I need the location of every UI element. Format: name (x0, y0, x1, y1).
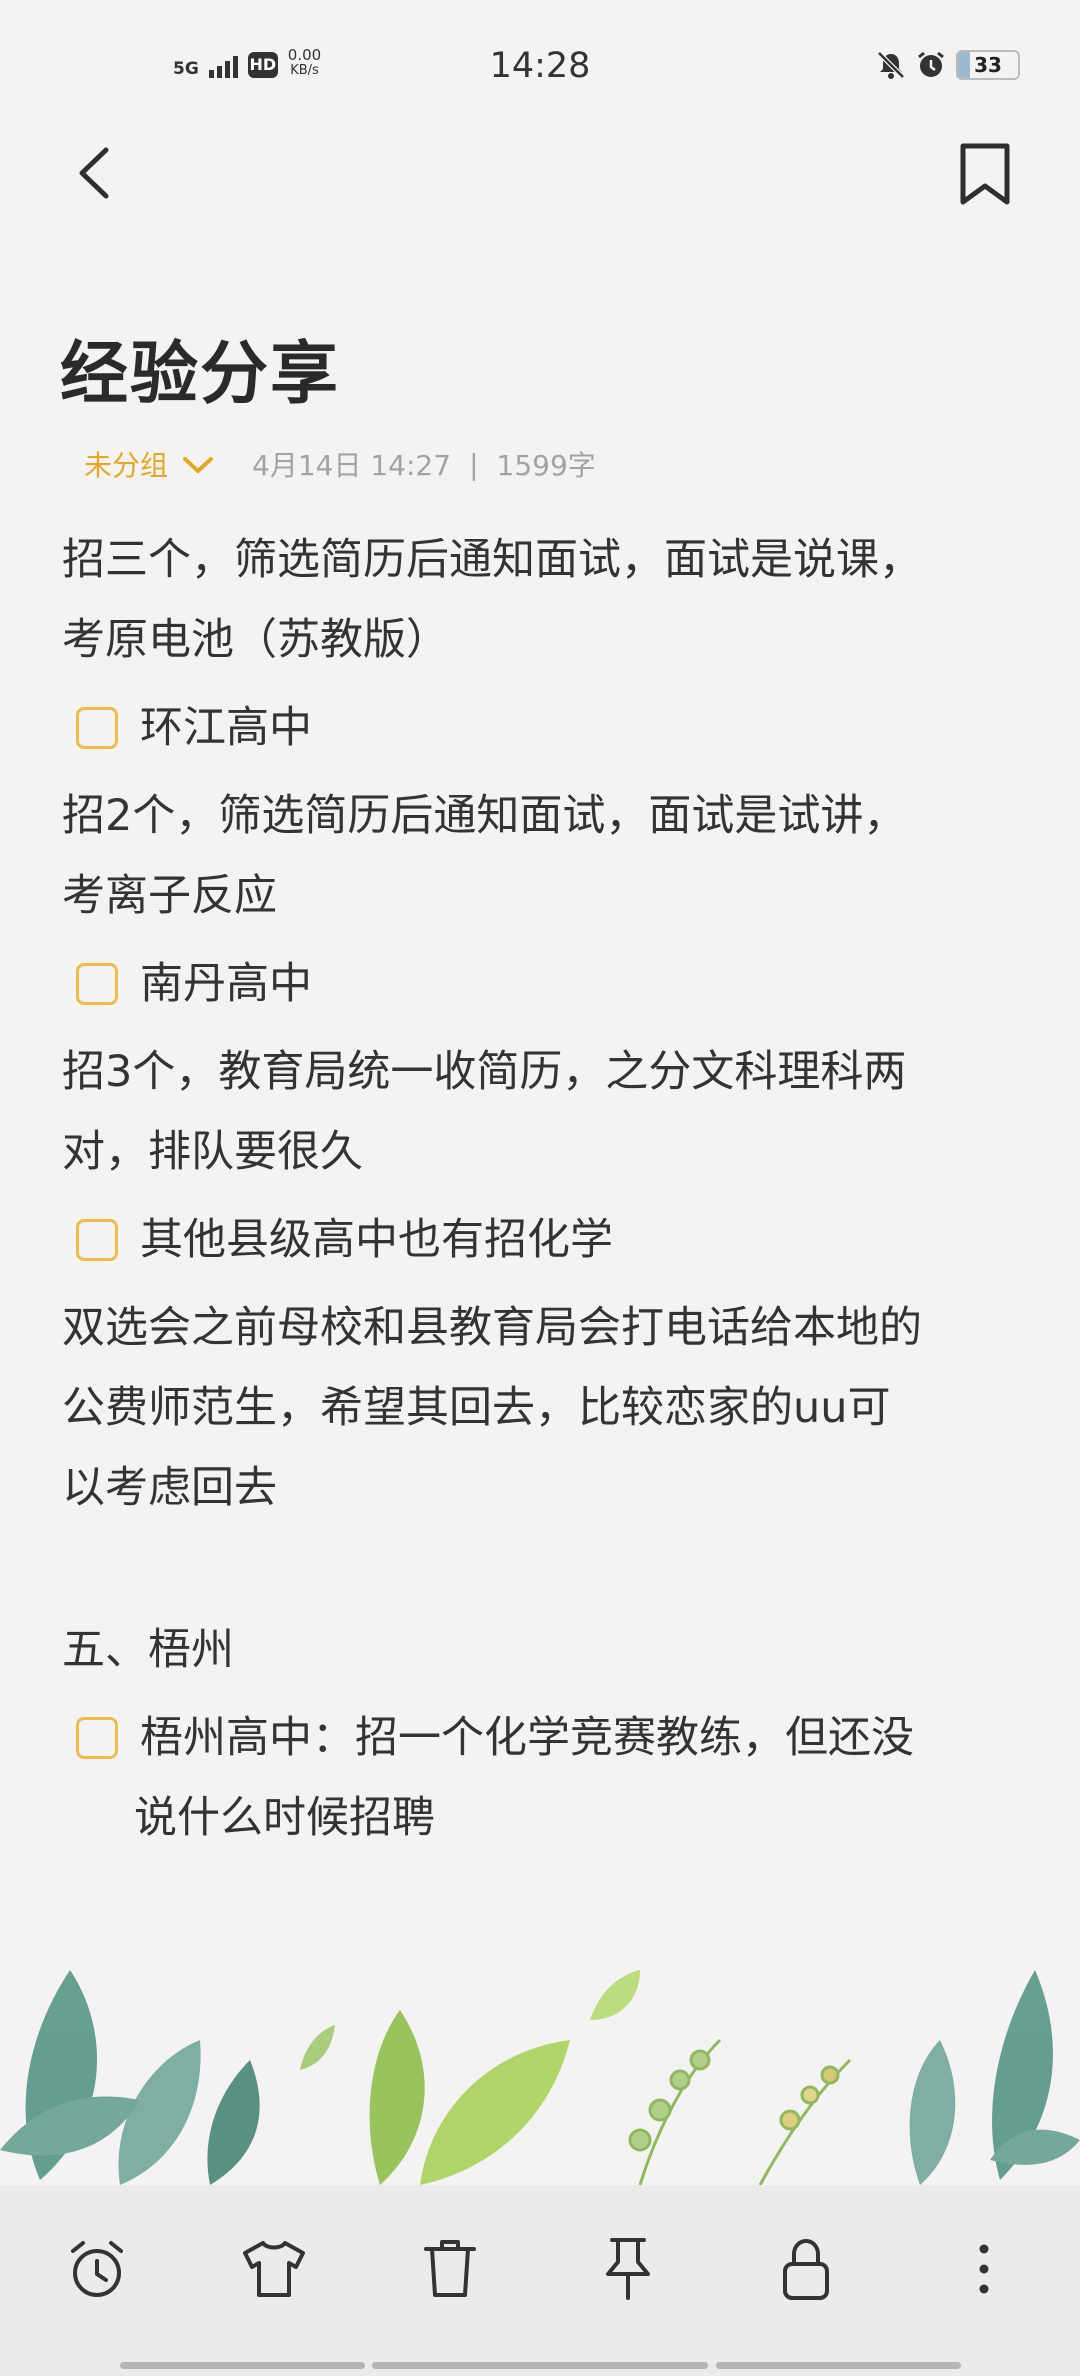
todo-item: 南丹高中 (62, 944, 1027, 1024)
todo-checkbox[interactable] (76, 1717, 118, 1759)
group-selector[interactable]: 未分组 (84, 444, 214, 484)
note-body[interactable]: 招三个，筛选简历后通知面试，面试是说课， 考原电池（苏教版） 环江高中 招2个，… (62, 520, 1027, 1866)
todo-text-continued: 说什么时候招聘 (134, 1793, 435, 1843)
lock-icon (783, 2238, 829, 2300)
paragraph-line: 对，排队要很久 (62, 1127, 363, 1177)
mute-icon (877, 51, 905, 79)
chevron-down-icon (183, 457, 214, 473)
theme-button[interactable] (234, 2229, 314, 2309)
paragraph-line: 招三个，筛选简历后通知面试，面试是说课， (62, 535, 922, 585)
delete-button[interactable] (410, 2229, 490, 2309)
paragraph-line: 招2个，筛选简历后通知面试，面试是试讲， (62, 791, 907, 841)
todo-item: 梧州高中：招一个化学竞赛教练，但还没 说什么时候招聘 (62, 1698, 1027, 1858)
todo-item: 环江高中 (62, 688, 1027, 768)
alarm-icon (71, 2241, 123, 2297)
paragraph-line: 考离子反应 (62, 871, 277, 921)
nav-bar-handle[interactable] (372, 2362, 708, 2369)
paragraph-line: 公费师范生，希望其回去，比较恋家的uu可 (62, 1383, 891, 1433)
lock-button[interactable] (766, 2229, 846, 2309)
empty-line (62, 1528, 1027, 1610)
section-heading: 五、梧州 (62, 1625, 234, 1675)
paragraph-line: 招3个，教育局统一收简历，之分文科理科两 (62, 1047, 907, 1097)
alarm-status-icon (918, 51, 944, 77)
back-button[interactable] (70, 138, 120, 208)
note-meta: 未分组 4月14日 14:27 | 1599字 (84, 444, 596, 484)
trash-icon (424, 2240, 476, 2297)
group-label: 未分组 (84, 449, 169, 482)
bottom-toolbar (0, 2185, 1080, 2376)
more-button[interactable] (944, 2229, 1024, 2309)
bookmark-button[interactable] (955, 140, 1015, 210)
todo-text: 南丹高中 (140, 959, 312, 1009)
todo-item: 其他县级高中也有招化学 (62, 1200, 1027, 1280)
status-icons: 33 (876, 50, 1020, 80)
bookmark-icon (960, 143, 1010, 205)
nav-bar-segment (120, 2362, 365, 2369)
paragraph-line: 以考虑回去 (62, 1463, 277, 1513)
todo-text: 其他县级高中也有招化学 (140, 1215, 613, 1265)
note-date: 4月14日 14:27 (252, 449, 452, 482)
meta-separator: | (469, 447, 479, 481)
nav-bar-segment (716, 2362, 961, 2369)
back-arrow-icon (79, 147, 109, 199)
pin-button[interactable] (588, 2229, 668, 2309)
shirt-icon (243, 2241, 305, 2297)
word-count: 1599字 (496, 449, 596, 482)
pin-icon (606, 2238, 650, 2300)
battery-level: 33 (974, 53, 1002, 77)
todo-checkbox[interactable] (76, 963, 118, 1005)
note-title[interactable]: 经验分享 (60, 318, 340, 417)
paragraph-line: 考原电池（苏教版） (62, 615, 449, 665)
leaf-decoration (0, 1970, 1080, 2185)
status-bar: 5G HD 0.00 KB/s 14:28 33 (0, 0, 1080, 135)
paragraph-line: 双选会之前母校和县教育局会打电话给本地的 (62, 1303, 922, 1353)
todo-text: 环江高中 (140, 703, 312, 753)
todo-checkbox[interactable] (76, 707, 118, 749)
todo-checkbox[interactable] (76, 1219, 118, 1261)
reminder-button[interactable] (57, 2229, 137, 2309)
todo-text: 梧州高中：招一个化学竞赛教练，但还没 (140, 1713, 914, 1763)
battery-icon: 33 (956, 50, 1020, 80)
more-icon (979, 2244, 989, 2294)
